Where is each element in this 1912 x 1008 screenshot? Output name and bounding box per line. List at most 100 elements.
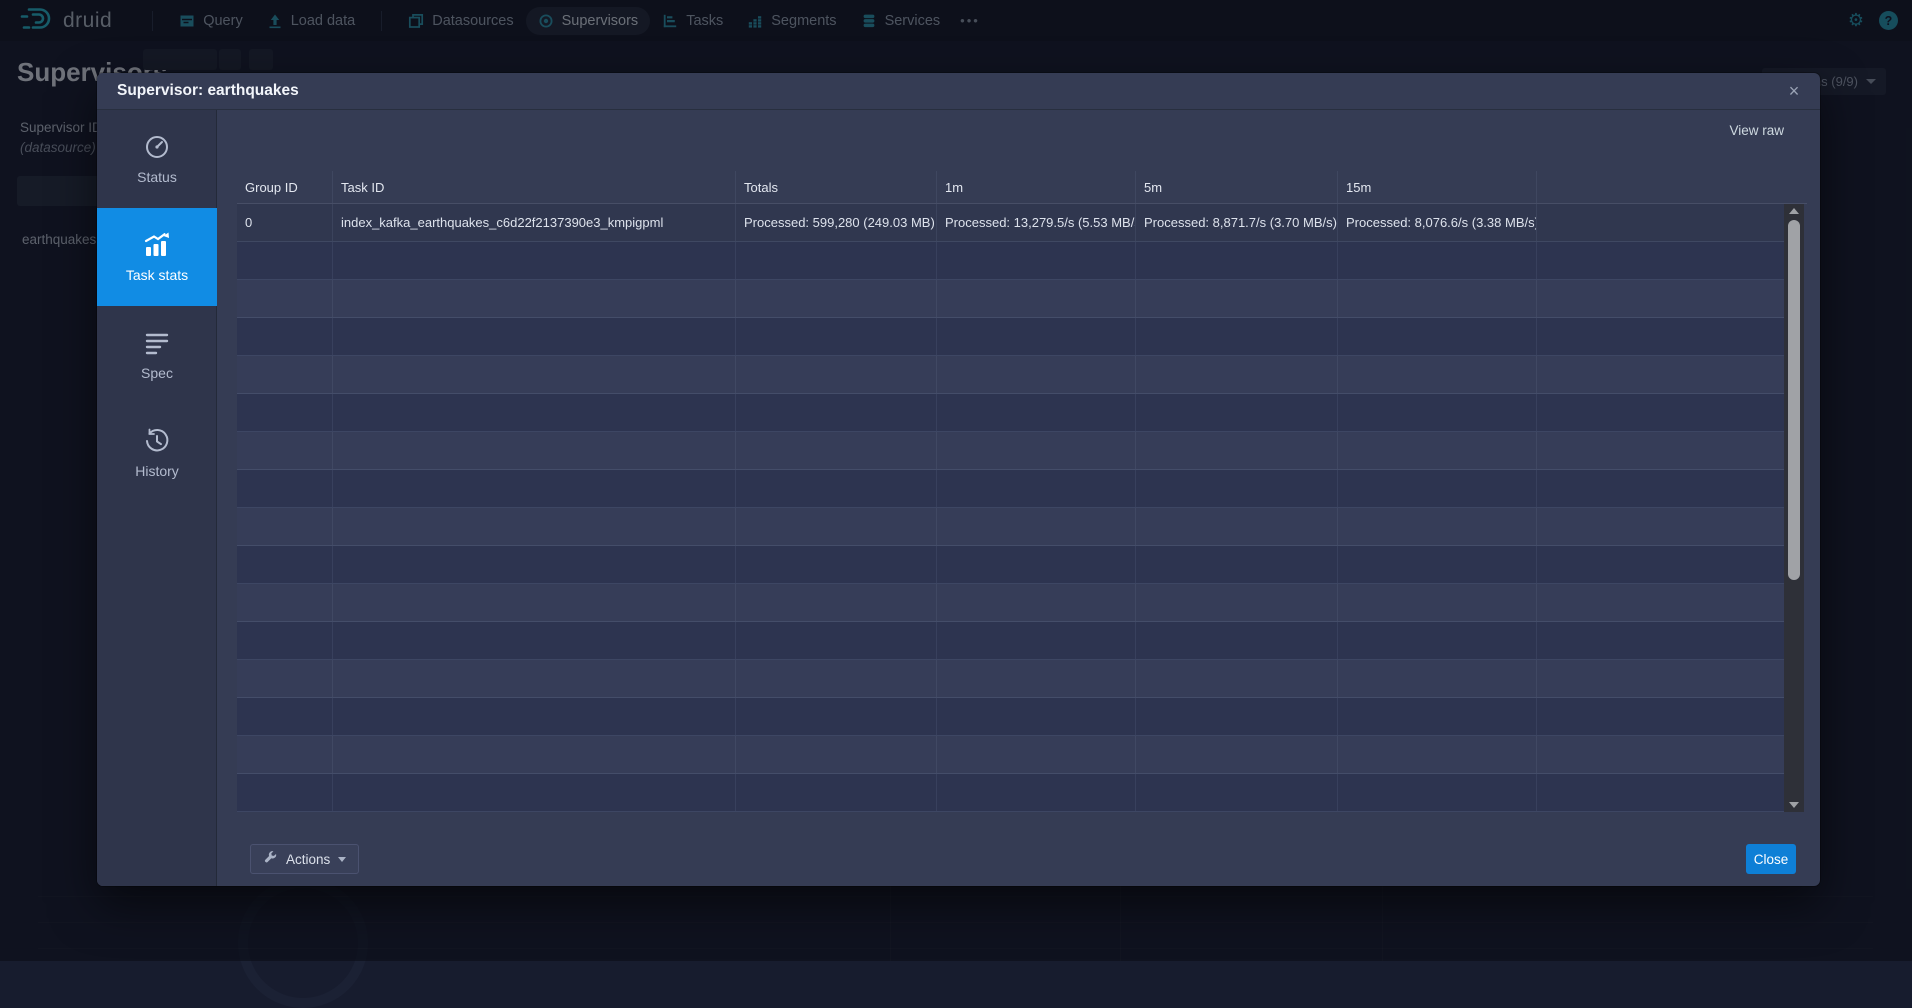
cell-empty xyxy=(736,242,937,279)
cell-empty xyxy=(1338,584,1537,621)
cell-empty xyxy=(1136,318,1338,355)
table-row-empty xyxy=(237,508,1784,546)
cell-empty xyxy=(937,470,1136,507)
scrollbar-thumb[interactable] xyxy=(1788,220,1800,580)
cell-empty xyxy=(736,318,937,355)
cell-empty xyxy=(1537,356,1784,393)
cell-empty xyxy=(1537,280,1784,317)
cell-empty xyxy=(333,318,736,355)
column-header-task-id[interactable]: Task ID xyxy=(333,171,736,203)
cell-empty xyxy=(1136,660,1338,697)
cell-empty xyxy=(1338,660,1537,697)
cell-empty xyxy=(237,660,333,697)
cell-empty xyxy=(937,394,1136,431)
vertical-scrollbar[interactable] xyxy=(1784,204,1804,812)
column-header-group-id[interactable]: Group ID xyxy=(237,171,333,203)
cell-empty xyxy=(333,774,736,811)
column-header-15m[interactable]: 15m xyxy=(1338,171,1537,203)
cell-empty xyxy=(1338,394,1537,431)
cell-empty xyxy=(333,242,736,279)
tab-status-label: Status xyxy=(137,169,177,185)
tab-status[interactable]: Status xyxy=(97,110,217,208)
cell-empty xyxy=(1537,470,1784,507)
cell-empty xyxy=(1338,356,1537,393)
cell-empty xyxy=(1338,698,1537,735)
cell-task-id: index_kafka_earthquakes_c6d22f2137390e3_… xyxy=(333,204,736,241)
cell-empty xyxy=(1136,242,1338,279)
cell-empty xyxy=(1537,584,1784,621)
column-header-5m[interactable]: 5m xyxy=(1136,171,1338,203)
cell-empty xyxy=(937,622,1136,659)
cell-1m: Processed: 13,279.5/s (5.53 MB/s) xyxy=(937,204,1136,241)
cell-empty xyxy=(1136,736,1338,773)
cell-empty xyxy=(333,280,736,317)
align-left-icon xyxy=(144,330,170,356)
cell-empty xyxy=(1338,622,1537,659)
tab-history[interactable]: History xyxy=(97,404,217,502)
tab-history-label: History xyxy=(135,463,179,479)
cell-empty xyxy=(937,242,1136,279)
table-row-empty xyxy=(237,736,1784,774)
cell-empty xyxy=(1136,280,1338,317)
tab-spec[interactable]: Spec xyxy=(97,306,217,404)
close-icon[interactable]: × xyxy=(1782,79,1806,103)
dialog-side-tabs: Status Task stats Spec xyxy=(97,110,217,886)
cell-empty xyxy=(1338,242,1537,279)
table-row-empty xyxy=(237,432,1784,470)
cell-empty xyxy=(1338,470,1537,507)
table-row-empty xyxy=(237,584,1784,622)
cell-empty xyxy=(1537,432,1784,469)
cell-empty xyxy=(1537,698,1784,735)
cell-empty xyxy=(1136,470,1338,507)
cell-group-id: 0 xyxy=(237,204,333,241)
cell-empty xyxy=(736,280,937,317)
cell-empty xyxy=(333,622,736,659)
cell-empty xyxy=(333,546,736,583)
table-row-empty xyxy=(237,546,1784,584)
cell-empty xyxy=(1338,546,1537,583)
cell-5m: Processed: 8,871.7/s (3.70 MB/s) xyxy=(1136,204,1338,241)
cell-empty xyxy=(237,280,333,317)
cell-empty xyxy=(1537,546,1784,583)
table-row[interactable]: 0 index_kafka_earthquakes_c6d22f2137390e… xyxy=(237,204,1784,242)
cell-empty xyxy=(237,622,333,659)
cell-empty xyxy=(736,394,937,431)
view-raw-link[interactable]: View raw xyxy=(1729,123,1784,138)
cell-empty xyxy=(237,774,333,811)
close-button[interactable]: Close xyxy=(1746,844,1796,874)
cell-empty xyxy=(1338,318,1537,355)
cell-empty xyxy=(1136,394,1338,431)
wrench-icon xyxy=(263,850,278,868)
table-row-empty xyxy=(237,660,1784,698)
cell-empty xyxy=(1136,356,1338,393)
cell-empty xyxy=(937,774,1136,811)
cell-empty xyxy=(736,470,937,507)
actions-button-label: Actions xyxy=(286,852,330,867)
cell-empty xyxy=(237,356,333,393)
cell-empty xyxy=(237,736,333,773)
cell-empty xyxy=(333,736,736,773)
cell-empty xyxy=(1136,774,1338,811)
cell-empty xyxy=(736,546,937,583)
cell-empty xyxy=(1338,280,1537,317)
actions-button[interactable]: Actions xyxy=(250,844,359,874)
column-header-totals[interactable]: Totals xyxy=(736,171,937,203)
cell-empty xyxy=(1537,508,1784,545)
dialog-header: Supervisor: earthquakes × xyxy=(97,73,1820,110)
cell-empty xyxy=(1537,774,1784,811)
scroll-down-arrow[interactable] xyxy=(1784,798,1804,812)
tab-task-stats[interactable]: Task stats xyxy=(97,208,217,306)
dialog-title: Supervisor: earthquakes xyxy=(117,82,299,100)
scroll-up-arrow[interactable] xyxy=(1784,204,1804,218)
column-header-1m[interactable]: 1m xyxy=(937,171,1136,203)
cell-empty xyxy=(736,432,937,469)
history-clock-icon xyxy=(144,428,170,454)
cell-empty xyxy=(237,698,333,735)
cell-empty xyxy=(1136,432,1338,469)
cell-totals: Processed: 599,280 (249.03 MB) xyxy=(736,204,937,241)
tab-task-stats-label: Task stats xyxy=(126,267,188,283)
cell-empty xyxy=(237,242,333,279)
table-row-empty xyxy=(237,356,1784,394)
table-row-empty xyxy=(237,774,1784,812)
cell-empty xyxy=(1537,318,1784,355)
